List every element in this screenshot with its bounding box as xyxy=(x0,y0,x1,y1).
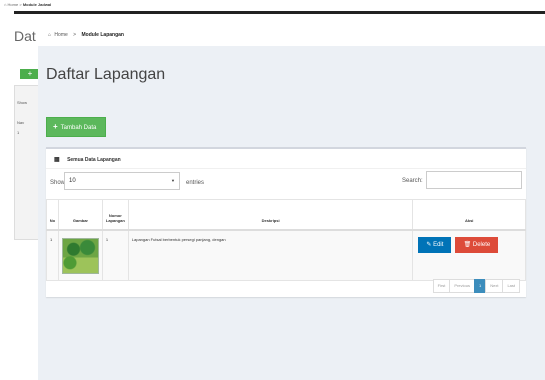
background-divider xyxy=(14,11,545,14)
breadcrumb-current: Module Lapangan xyxy=(81,32,124,38)
background-topbar: ⌂ Home > Module Jadwal xyxy=(0,0,545,10)
background-page-title: Dat xyxy=(14,28,36,44)
data-table: No Gambar Nomor Lapangan Deskripsi Aksi … xyxy=(46,199,526,281)
plus-icon: + xyxy=(53,122,58,131)
search-label: Search: xyxy=(402,178,423,184)
cell-aksi: ✎ Edit 🗑 Delete xyxy=(412,229,526,281)
background-row-number: 1 xyxy=(17,130,20,135)
breadcrumb: ⌂ Home > Module Lapangan xyxy=(38,27,545,46)
cell-nomor: 1 xyxy=(101,229,129,281)
header-nomor-lapangan[interactable]: Nomor Lapangan xyxy=(101,199,129,231)
pagination-first[interactable]: First xyxy=(432,279,451,293)
background-breadcrumb-current: Module Jadwal xyxy=(22,2,52,7)
background-show-label: Show xyxy=(17,100,28,105)
page-length-select[interactable]: 10 ▼ xyxy=(64,172,180,190)
background-breadcrumb-sep: > xyxy=(19,2,22,7)
home-icon: ⌂ xyxy=(48,32,52,38)
background-add-button[interactable]: + xyxy=(20,69,40,79)
page-title: Daftar Lapangan xyxy=(46,66,166,83)
field-thumbnail-image xyxy=(61,237,99,274)
header-gambar[interactable]: Gambar xyxy=(57,199,103,231)
table-controls: Show 10 ▼ entries Search: xyxy=(46,171,526,195)
pagination-last[interactable]: Last xyxy=(502,279,520,293)
delete-button[interactable]: 🗑 Delete xyxy=(455,236,499,253)
table-header-row: No Gambar Nomor Lapangan Deskripsi Aksi xyxy=(46,199,526,231)
cell-no: 1 xyxy=(46,229,59,281)
breadcrumb-separator: > xyxy=(73,32,77,38)
home-icon: ⌂ xyxy=(4,2,7,7)
background-no-header: Nav xyxy=(17,120,25,125)
edit-label: Edit xyxy=(433,241,444,248)
edit-button[interactable]: ✎ Edit xyxy=(418,236,452,253)
cell-deskripsi: Lapangan Futsal berbentuk persegi panjan… xyxy=(127,229,414,281)
trash-icon: 🗑 xyxy=(463,241,473,248)
chevron-down-icon: ▼ xyxy=(171,178,175,183)
breadcrumb-home-link[interactable]: Home xyxy=(54,32,67,38)
add-data-button[interactable]: + Tambah Data xyxy=(46,117,106,137)
grid-icon: ▦ xyxy=(54,157,60,163)
search-input[interactable] xyxy=(426,171,522,189)
header-deskripsi[interactable]: Deskripsi xyxy=(127,199,414,231)
background-breadcrumb: ⌂ Home > Module Jadwal xyxy=(4,2,51,7)
show-label: Show xyxy=(50,180,66,186)
delete-label: Delete xyxy=(472,241,491,248)
add-data-label: Tambah Data xyxy=(60,125,97,131)
table-row: 1 1 Lapangan Futsal berbentuk persegi pa… xyxy=(46,229,526,281)
box-header: ▦ Semua Data Lapangan xyxy=(46,149,526,169)
pagination-next[interactable]: Next xyxy=(485,279,504,293)
header-aksi[interactable]: Aksi xyxy=(412,199,526,231)
page-length-value: 10 xyxy=(69,178,76,184)
data-box: ▦ Semua Data Lapangan Show 10 ▼ entries … xyxy=(46,147,526,297)
pagination: First Previous 1 Next Last xyxy=(432,279,520,293)
box-title: Semua Data Lapangan xyxy=(67,157,121,163)
header-no[interactable]: No xyxy=(46,199,59,231)
entries-label: entries xyxy=(186,180,205,186)
cell-gambar xyxy=(57,229,103,281)
background-breadcrumb-home[interactable]: Home xyxy=(8,2,19,7)
pagination-previous[interactable]: Previous xyxy=(449,279,475,293)
